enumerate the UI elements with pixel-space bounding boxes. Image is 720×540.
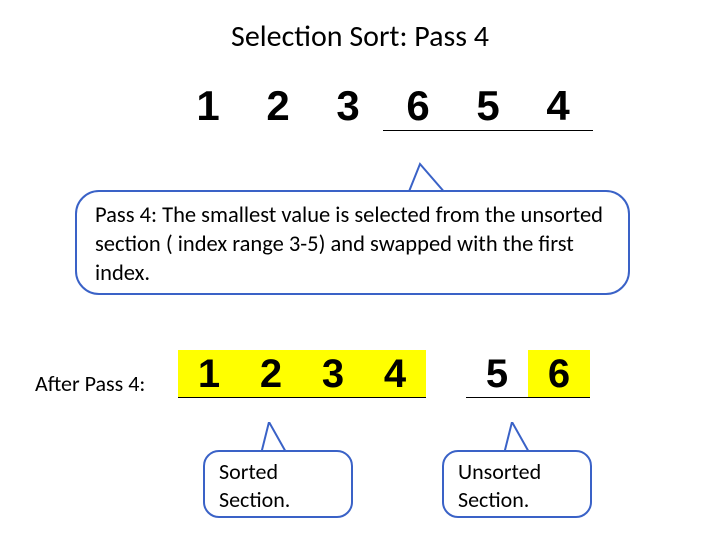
sorted-section-callout: Sorted Section. [203, 450, 353, 518]
array-cell-sorted: 1 [178, 350, 240, 398]
array-cell: 4 [523, 82, 593, 130]
array-cell: 5 [453, 82, 523, 130]
page-title: Selection Sort: Pass 4 [0, 18, 720, 55]
array-cell: 1 [173, 82, 243, 130]
underline [178, 397, 426, 398]
array-cell: 3 [313, 82, 383, 130]
array-cell: 6 [383, 82, 453, 130]
gap [426, 350, 466, 398]
underline [383, 130, 593, 131]
before-array: 1 2 3 6 5 4 [173, 82, 593, 130]
array-cell-unsorted: 5 [466, 350, 528, 398]
underline [466, 397, 590, 398]
after-array: 1 2 3 4 5 6 [178, 350, 590, 398]
after-label: After Pass 4: [35, 370, 145, 397]
array-cell-sorted: 3 [302, 350, 364, 398]
unsorted-section-callout: Unsorted Section. [442, 450, 592, 518]
explanation-callout: Pass 4: The smallest value is selected f… [75, 190, 630, 295]
array-cell: 2 [243, 82, 313, 130]
array-cell-sorted: 2 [240, 350, 302, 398]
array-cell-sorted: 4 [364, 350, 426, 398]
array-cell-unsorted: 6 [528, 350, 590, 398]
